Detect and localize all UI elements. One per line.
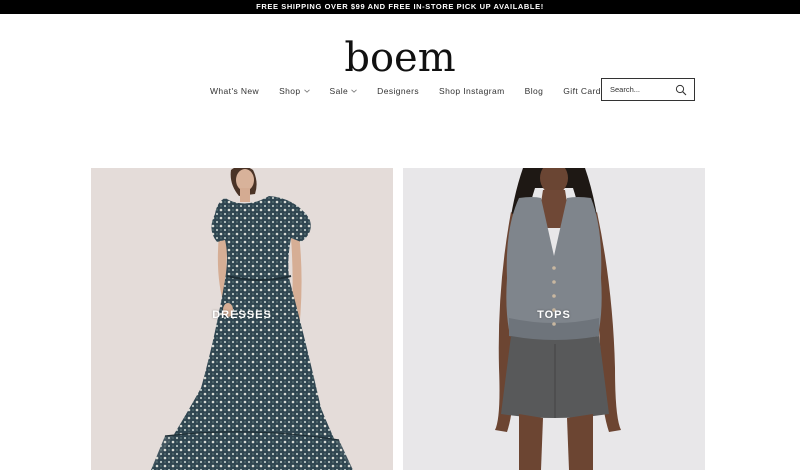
nav-item-blog[interactable]: Blog (525, 86, 544, 96)
announcement-bar: FREE SHIPPING OVER $99 AND FREE IN-STORE… (0, 0, 800, 14)
chevron-down-icon (303, 88, 310, 94)
nav-item-label: Shop Instagram (439, 86, 505, 96)
nav-item-label: Sale (329, 86, 349, 96)
search-input[interactable] (610, 79, 680, 100)
nav-item-shop-instagram[interactable]: Shop Instagram (439, 86, 505, 96)
search-icon[interactable] (675, 83, 687, 96)
search-box[interactable] (601, 78, 695, 101)
nav-item-gift-card[interactable]: Gift Card (563, 86, 601, 96)
category-label-dresses: DRESSES (212, 309, 272, 321)
nav-item-label: Designers (377, 86, 420, 96)
nav-item-label: Blog (524, 86, 544, 96)
nav-item-designers[interactable]: Designers (377, 86, 419, 96)
nav-item-shop[interactable]: Shop (279, 86, 310, 96)
nav-item-label: What's New (210, 86, 260, 96)
nav-item-whats-new[interactable]: What's New (210, 86, 259, 96)
nav-item-label: Shop (279, 86, 301, 96)
nav-item-sale[interactable]: Sale (330, 86, 358, 96)
category-tile-tops[interactable]: TOPS (403, 168, 705, 470)
brand-logo[interactable]: boem (0, 38, 800, 78)
chevron-down-icon (351, 88, 357, 94)
nav-item-label: Gift Card (563, 86, 601, 96)
category-tile-dresses[interactable]: DRESSES (91, 168, 393, 470)
category-label-tops: TOPS (537, 309, 571, 321)
main-nav: What's New Shop Sale Designers Shop Inst… (210, 84, 621, 98)
